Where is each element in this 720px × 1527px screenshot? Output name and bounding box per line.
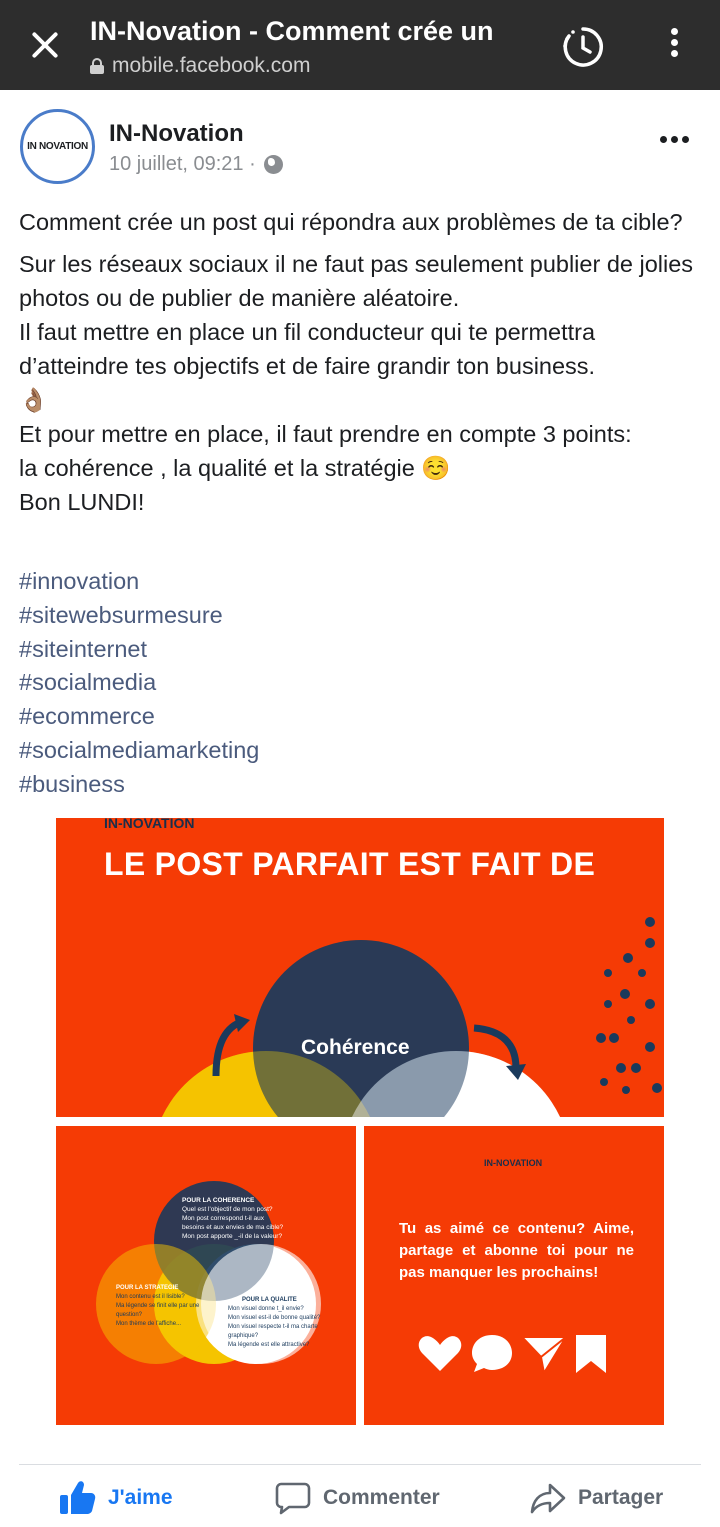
comment-button[interactable]: Commenter xyxy=(275,1478,440,1518)
hashtag-link[interactable]: #siteinternet xyxy=(19,633,259,667)
post-paragraph: Bon LUNDI! xyxy=(19,489,145,515)
divider xyxy=(19,1464,701,1465)
qualite-line: Ma légende est elle attractive? xyxy=(228,1342,310,1348)
url-text: mobile.facebook.com xyxy=(112,54,311,77)
hashtag-link[interactable]: #socialmediamarketing xyxy=(19,734,259,768)
coherence-line: Mon post correspond t-il aux xyxy=(182,1215,265,1222)
browser-menu-button[interactable] xyxy=(664,28,684,64)
image-logo-small: IN-NOVATION xyxy=(484,1158,543,1168)
share-button[interactable]: Partager xyxy=(530,1478,663,1518)
cta-icons xyxy=(418,1335,606,1374)
like-button[interactable]: J'aime xyxy=(58,1478,173,1518)
hashtag-link[interactable]: #sitewebsurmesure xyxy=(19,599,259,633)
bookmark-icon xyxy=(576,1335,606,1373)
post-body: Comment crée un post qui répondra aux pr… xyxy=(19,205,709,519)
coherence-title: POUR LA COHERENCE xyxy=(182,1197,255,1204)
qualite-title: POUR LA QUALITE xyxy=(242,1297,297,1303)
share-arrow-icon xyxy=(530,1483,566,1514)
browser-top-bar: IN-Novation - Comment crée un mobile.fac… xyxy=(0,0,720,90)
image-headline: LE POST PARFAIT EST FAIT DE xyxy=(104,846,596,882)
strategie-line: Ma légende se finit elle par une xyxy=(116,1303,200,1309)
thumbs-up-icon xyxy=(60,1481,96,1514)
post-paragraph: Sur les réseaux sociaux il ne faut pas s… xyxy=(19,251,694,311)
hashtag-link[interactable]: #innovation xyxy=(19,565,259,599)
qualite-line: Mon visuel est-il de bonne qualité? xyxy=(228,1315,321,1321)
coherence-block: POUR LA COHERENCE Quel est l'objectif de… xyxy=(182,1196,283,1241)
share-label: Partager xyxy=(578,1486,664,1509)
like-label: J'aime xyxy=(108,1486,173,1509)
post-image-main[interactable]: IN-NOVATION LE POST PARFAIT EST FAIT DE … xyxy=(56,818,664,1117)
url-display[interactable]: mobile.facebook.com xyxy=(90,54,310,78)
qualite-block: POUR LA QUALITE Mon visuel donne t_il en… xyxy=(228,1296,320,1350)
post-image-cta[interactable]: IN-NOVATION Tu as aimé ce contenu? Aime,… xyxy=(364,1126,664,1425)
circle-label-coherence: Cohérence xyxy=(301,1036,410,1059)
send-icon xyxy=(521,1336,567,1374)
timer-icon[interactable] xyxy=(561,25,605,69)
page-title: IN-Novation - Comment crée un xyxy=(90,16,494,46)
hashtag-link[interactable]: #business xyxy=(19,768,259,802)
post-paragraph: Et pour mettre en place, il faut prendre… xyxy=(19,421,632,447)
image-logo: IN-NOVATION xyxy=(104,818,195,831)
strategie-line: question? xyxy=(116,1312,143,1318)
coherence-line: Mon post apporte _-il de la valeur? xyxy=(182,1233,283,1240)
page-name[interactable]: IN-Novation xyxy=(109,120,244,148)
hashtag-link[interactable]: #socialmedia xyxy=(19,666,259,700)
post-image-venn-detail[interactable]: POUR LA COHERENCE Quel est l'objectif de… xyxy=(56,1126,356,1425)
strategie-line: Mon thème de l'affiche... xyxy=(116,1321,182,1327)
qualite-line: graphique? xyxy=(228,1333,259,1339)
globe-icon xyxy=(263,155,283,174)
more-options-button[interactable] xyxy=(660,136,689,143)
hashtag-link[interactable]: #ecommerce xyxy=(19,700,259,734)
post-paragraph: Il faut mettre en place un fil conducteu… xyxy=(19,319,596,379)
strategie-line: Mon contenu est il lisible? xyxy=(116,1294,185,1300)
post-paragraph: la cohérence , la qualité et la stratégi… xyxy=(19,455,451,481)
comment-icon xyxy=(275,1482,311,1515)
post-meta: 10 juillet, 09:21 · xyxy=(109,153,283,176)
venn-detail-graphic xyxy=(96,1181,321,1364)
avatar-logo: IN NOVATION xyxy=(27,141,88,152)
strategie-block: POUR LA STRATEGIE Mon contenu est il lis… xyxy=(116,1284,199,1329)
strategie-title: POUR LA STRATEGIE xyxy=(116,1285,179,1291)
post-emoji: 👌🏽 xyxy=(19,387,49,413)
close-button[interactable] xyxy=(26,26,64,64)
coherence-line: besoins et aux envies de ma cible? xyxy=(182,1224,284,1231)
avatar[interactable]: IN NOVATION xyxy=(20,109,95,184)
heart-icon xyxy=(418,1336,462,1371)
qualite-line: Mon visuel respecte t-il ma charte xyxy=(228,1324,318,1330)
hashtag-list: #innovation #sitewebsurmesure #siteinter… xyxy=(19,565,259,802)
post-paragraph: Comment crée un post qui répondra aux pr… xyxy=(19,209,683,235)
comment-bubble-icon xyxy=(472,1335,512,1372)
coherence-line: Quel est l'objectif de mon post? xyxy=(182,1206,273,1213)
cta-text: Tu as aimé ce contenu? Aime, partage et … xyxy=(399,1220,634,1281)
comment-label: Commenter xyxy=(323,1486,440,1509)
post-timestamp[interactable]: 10 juillet, 09:21 · xyxy=(109,153,256,176)
lock-icon xyxy=(90,58,104,74)
qualite-line: Mon visuel donne t_il envie? xyxy=(228,1306,304,1312)
